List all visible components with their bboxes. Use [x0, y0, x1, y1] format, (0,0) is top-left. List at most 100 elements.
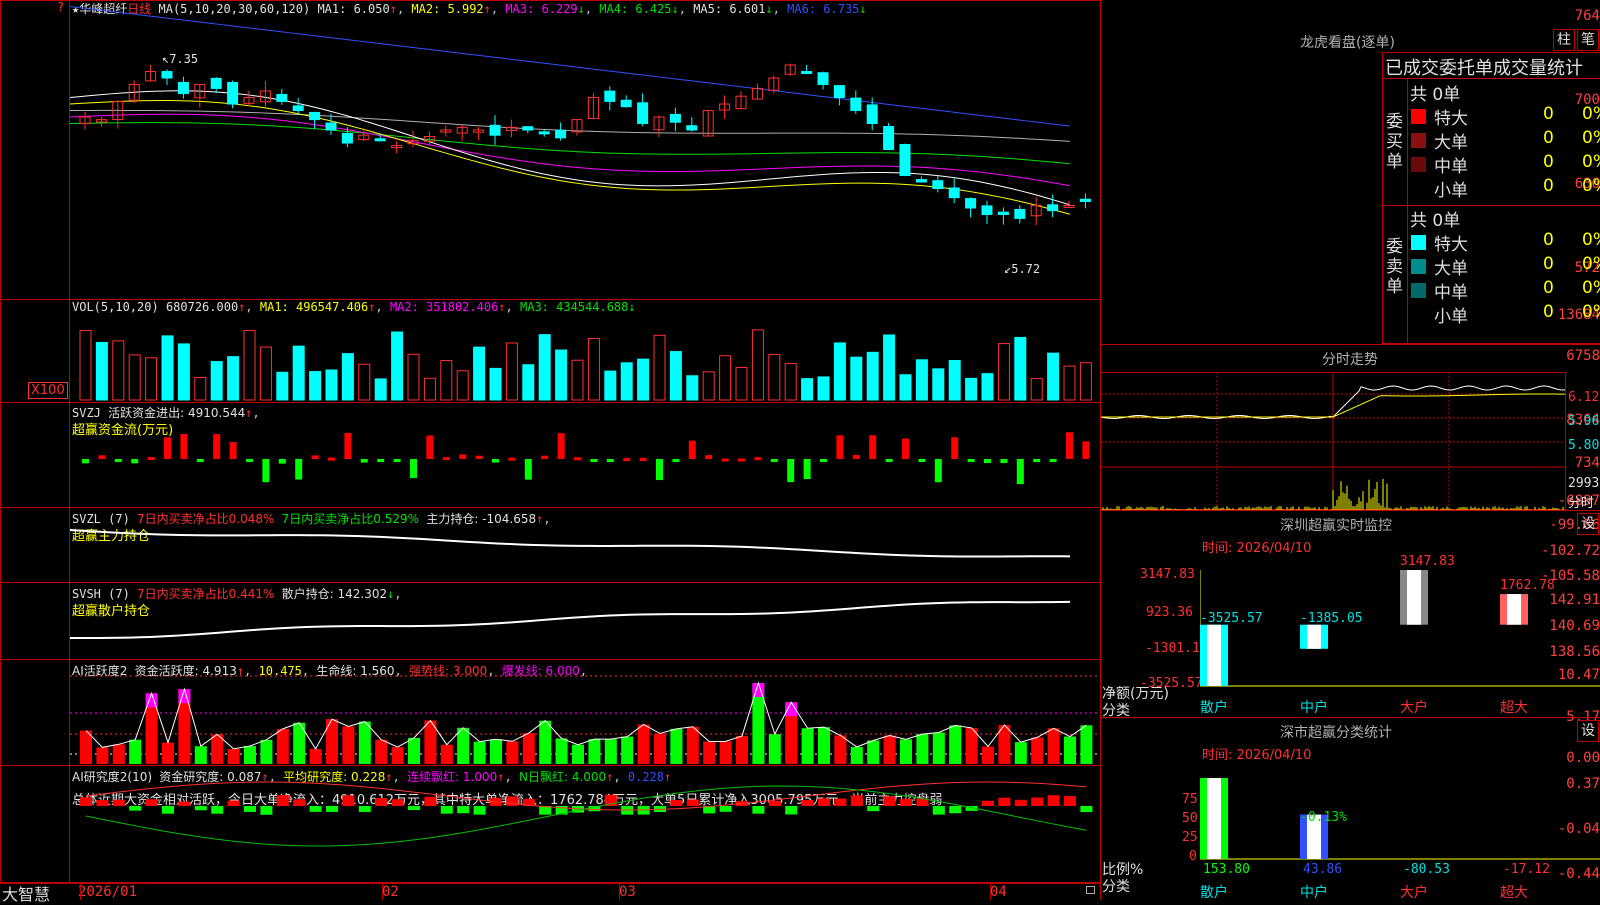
- svzj-bar: [902, 438, 909, 459]
- ai-active-chart[interactable]: [70, 660, 1100, 765]
- order-count: 0: [1543, 104, 1554, 124]
- svzj-bar: [590, 459, 598, 462]
- svsh-chart[interactable]: [70, 583, 1100, 659]
- svzj-bar: [623, 458, 631, 462]
- candle-body[interactable]: [669, 113, 681, 123]
- candle-body[interactable]: [1047, 204, 1059, 212]
- candle-body[interactable]: [686, 125, 698, 131]
- kline-chart[interactable]: [70, 0, 1100, 299]
- volume-bar: [292, 345, 305, 401]
- sz-stats-value-label: -80.53: [1403, 862, 1450, 877]
- ai-active-bar: [686, 726, 699, 764]
- candle-body[interactable]: [866, 104, 878, 125]
- candle-body[interactable]: [489, 124, 501, 136]
- candle-body[interactable]: [948, 187, 960, 199]
- volume-bar: [325, 369, 338, 401]
- candle-body[interactable]: [932, 180, 944, 190]
- color-swatch: [1411, 235, 1426, 250]
- volume-bar: [1047, 352, 1060, 401]
- candle-body[interactable]: [522, 126, 534, 131]
- ai-research-bar: [801, 800, 814, 806]
- flag-icon[interactable]: ?: [57, 0, 64, 14]
- candle-body[interactable]: [801, 70, 813, 74]
- candle-body[interactable]: [604, 90, 616, 102]
- order-pct: 0%: [1582, 176, 1600, 196]
- candle-body[interactable]: [965, 198, 977, 209]
- low-price-mark: ↙5.72: [1004, 262, 1041, 276]
- candle-body[interactable]: [915, 179, 927, 183]
- candle-body[interactable]: [309, 111, 321, 121]
- lock-icon[interactable]: [1086, 886, 1095, 894]
- svzj-bar: [328, 457, 335, 461]
- timeshare-chart[interactable]: [1101, 372, 1566, 510]
- color-swatch: [1411, 157, 1426, 172]
- candle-body[interactable]: [883, 126, 895, 150]
- svzj-bar: [393, 459, 401, 462]
- ai-research-chart[interactable]: [70, 766, 1100, 882]
- svzj-chart[interactable]: [70, 403, 1100, 507]
- candle-body[interactable]: [210, 77, 222, 89]
- candle-body[interactable]: [620, 99, 632, 108]
- ai-burst-cap: [178, 689, 191, 704]
- candle-body[interactable]: [325, 122, 337, 131]
- ai-research-bar: [260, 806, 273, 815]
- sz-stats-settings-button[interactable]: 设: [1577, 720, 1599, 742]
- candle-body[interactable]: [227, 81, 239, 105]
- candle-body[interactable]: [276, 93, 288, 102]
- candle-body[interactable]: [997, 211, 1009, 216]
- svzj-bar: [180, 433, 188, 459]
- candle-body[interactable]: [538, 131, 550, 135]
- candle-body[interactable]: [292, 105, 304, 111]
- svzj-bar: [574, 457, 581, 461]
- candle-body[interactable]: [817, 72, 829, 85]
- candle-body[interactable]: [177, 81, 189, 95]
- svzj-bar: [541, 455, 549, 459]
- candle-body[interactable]: [850, 97, 862, 111]
- ai-research-bar: [276, 795, 289, 806]
- candle-body[interactable]: [555, 129, 567, 139]
- candle-body[interactable]: [341, 132, 353, 144]
- sz-monitor-settings-button[interactable]: 设: [1577, 513, 1599, 535]
- volume-bar: [948, 359, 961, 401]
- order-type: 中单: [1434, 157, 1468, 177]
- sz-stats-category: 中户: [1300, 885, 1328, 901]
- ai-active-bar: [194, 746, 207, 764]
- volume-bar: [374, 378, 387, 401]
- svzj-bar: [278, 459, 286, 464]
- order-pct: 0%: [1582, 128, 1600, 148]
- candle-body[interactable]: [1079, 198, 1091, 202]
- ai-active-bar: [588, 739, 601, 764]
- ai-research-bar: [867, 806, 880, 812]
- ai-active-bar: [1080, 725, 1093, 764]
- ai-active-bar: [621, 736, 634, 764]
- ai-active-bar: [982, 746, 994, 764]
- ai-research-bar: [670, 800, 683, 806]
- candle-body[interactable]: [161, 71, 173, 79]
- volume-chart[interactable]: [70, 300, 1100, 402]
- sz-stats-value-label: -17.12: [1503, 862, 1550, 877]
- volume-bar: [538, 334, 551, 401]
- sz-monitor-bar-highlight: [1207, 624, 1221, 686]
- candle-body[interactable]: [833, 85, 845, 99]
- volume-bar: [833, 342, 846, 401]
- candle-body[interactable]: [899, 144, 911, 176]
- candle-body[interactable]: [374, 138, 386, 142]
- volume-bar: [440, 360, 453, 401]
- ai-active-bar: [522, 733, 535, 764]
- dragon-title: 龙虎看盘(逐单): [1300, 35, 1395, 51]
- tick-mode-button[interactable]: 笔: [1577, 29, 1599, 51]
- candle-body[interactable]: [637, 102, 649, 124]
- volume-bar: [227, 356, 240, 401]
- candle-body[interactable]: [1014, 208, 1026, 219]
- ma-line: [70, 113, 1071, 187]
- bar-mode-button[interactable]: 柱: [1553, 29, 1575, 51]
- svzl-chart[interactable]: [70, 508, 1100, 582]
- svzj-bar: [557, 433, 565, 459]
- ai-active-bar: [801, 728, 814, 764]
- svzj-bar: [705, 455, 713, 459]
- ai-research-bar: [96, 799, 109, 806]
- svzj-bar: [656, 459, 663, 481]
- candle-body[interactable]: [981, 205, 993, 216]
- volume-bar: [915, 359, 928, 401]
- svzj-bar: [131, 459, 139, 464]
